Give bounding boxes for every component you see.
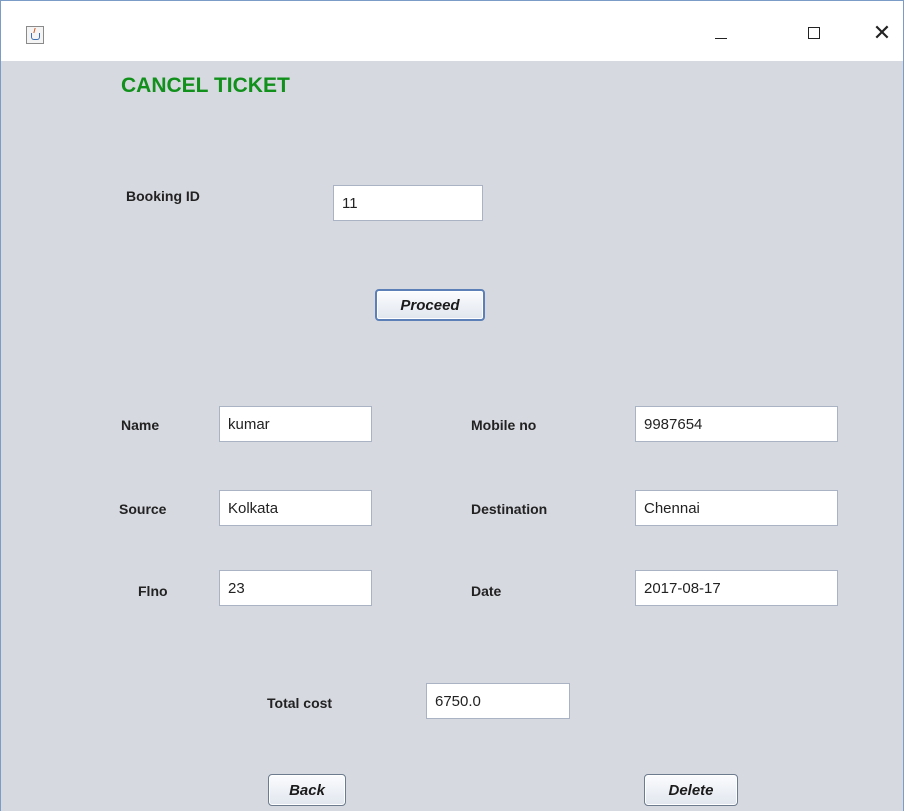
minimize-icon[interactable] bbox=[698, 18, 744, 48]
date-label: Date bbox=[471, 583, 502, 599]
total-cost-field[interactable]: 6750.0 bbox=[426, 683, 570, 719]
flno-field[interactable]: 23 bbox=[219, 570, 372, 606]
booking-id-label: Booking ID bbox=[126, 188, 200, 204]
date-field[interactable]: 2017-08-17 bbox=[635, 570, 838, 606]
destination-label: Destination bbox=[471, 501, 548, 517]
java-cup-icon bbox=[26, 26, 44, 44]
cancel-ticket-window: ✕ CANCEL TICKET Booking ID 11 Proceed Na… bbox=[0, 0, 904, 811]
mobile-field[interactable]: 9987654 bbox=[635, 406, 838, 442]
proceed-button[interactable]: Proceed bbox=[375, 289, 485, 321]
destination-field[interactable]: Chennai bbox=[635, 490, 838, 526]
flno-label: Flno bbox=[138, 583, 168, 599]
back-button[interactable]: Back bbox=[268, 774, 346, 806]
close-icon[interactable]: ✕ bbox=[859, 18, 904, 48]
maximize-icon[interactable] bbox=[791, 18, 837, 48]
title-bar: ✕ bbox=[1, 1, 903, 61]
delete-button[interactable]: Delete bbox=[644, 774, 738, 806]
name-label: Name bbox=[121, 417, 160, 433]
total-cost-label: Total cost bbox=[267, 695, 333, 711]
name-field[interactable]: kumar bbox=[219, 406, 372, 442]
source-label: Source bbox=[119, 501, 167, 517]
source-field[interactable]: Kolkata bbox=[219, 490, 372, 526]
mobile-label: Mobile no bbox=[471, 417, 537, 433]
page-title: CANCEL TICKET bbox=[121, 74, 290, 97]
booking-id-input[interactable]: 11 bbox=[333, 185, 483, 221]
